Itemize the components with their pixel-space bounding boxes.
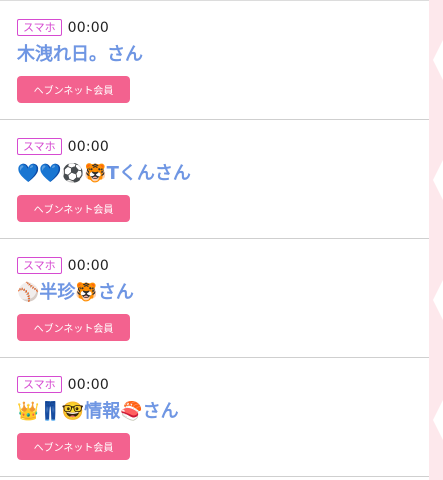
device-badge: スマホ [17,376,62,393]
device-badge: スマホ [17,138,62,155]
visitor-name[interactable]: ⚾半珍🐯さん [17,281,134,305]
entry-meta: スマホ 00:00 [17,376,109,393]
entry-meta: スマホ 00:00 [17,257,109,274]
list-item: スマホ 00:00 👑👖🤓情報🍣さん ヘブンネット会員 [0,358,430,477]
list-item: スマホ 00:00 木洩れ日。さん ヘブンネット会員 [0,1,430,120]
list-item: スマホ 00:00 💙💙⚽🐯Tくんさん ヘブンネット会員 [0,120,430,239]
visitor-name[interactable]: 👑👖🤓情報🍣さん [17,400,179,424]
member-button[interactable]: ヘブンネット会員 [17,76,130,103]
device-badge: スマホ [17,19,62,36]
visitor-name[interactable]: 木洩れ日。さん [17,43,143,67]
visitor-list: スマホ 00:00 木洩れ日。さん ヘブンネット会員 スマホ 00:00 💙💙⚽… [0,0,430,480]
member-button[interactable]: ヘブンネット会員 [17,314,130,341]
side-pattern-icon [433,40,443,440]
visit-time: 00:00 [67,376,110,393]
visit-time: 00:00 [67,138,110,155]
list-item: スマホ 00:00 ⚾半珍🐯さん ヘブンネット会員 [0,239,430,358]
member-button[interactable]: ヘブンネット会員 [17,433,130,460]
visit-time: 00:00 [67,257,110,274]
visit-time: 00:00 [67,19,110,36]
device-badge: スマホ [17,257,62,274]
visitor-name[interactable]: 💙💙⚽🐯Tくんさん [17,162,191,186]
entry-meta: スマホ 00:00 [17,19,109,36]
side-decoration [429,0,443,480]
member-button[interactable]: ヘブンネット会員 [17,195,130,222]
entry-meta: スマホ 00:00 [17,138,109,155]
